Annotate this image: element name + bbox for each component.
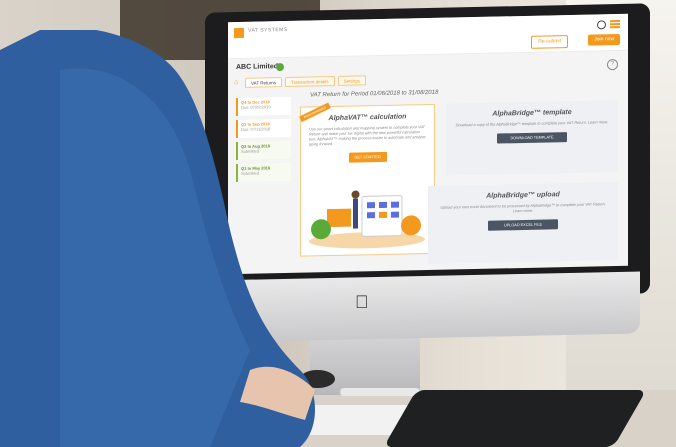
card-description: Download a copy of the AlphaBridge™ temp… <box>455 120 609 128</box>
card-title: AlphaBridge™ template <box>492 108 572 118</box>
join-now-button[interactable]: Join now <box>588 33 620 46</box>
calculation-illustration <box>309 190 425 249</box>
alphavat-calculation-card: Recommended AlphaVAT™ calculation Use ou… <box>299 102 435 257</box>
period-heading: VAT Return for Period 01/06/2018 to 31/0… <box>310 89 439 99</box>
user-icon[interactable] <box>597 20 606 30</box>
alphabridge-template-card: AlphaBridge™ template Download a copy of… <box>446 100 618 176</box>
person-in-blue-shirt <box>0 30 315 447</box>
card-description: Upload your own excel document to be pro… <box>440 202 606 214</box>
card-title: AlphaVAT™ calculation <box>328 113 407 123</box>
card-description: Use our smart calculation and mapping sy… <box>309 125 426 147</box>
download-template-button[interactable]: DOWNLOAD TEMPLATE <box>497 132 567 144</box>
hamburger-menu-icon[interactable] <box>610 19 620 29</box>
upload-excel-file-button[interactable]: UPLOAD EXCEL FILE <box>488 219 558 231</box>
help-icon[interactable]: ? <box>607 59 618 71</box>
resubmit-button[interactable]: Re-submit <box>531 35 568 49</box>
card-title: AlphaBridge™ upload <box>486 191 560 200</box>
photo-scene:  VAT SYSTEMS Re-submit Join now ABC Lim… <box>0 0 676 447</box>
tab-settings[interactable]: Settings <box>337 75 366 86</box>
get-started-button[interactable]: GET STARTED <box>348 151 387 163</box>
alphabridge-upload-card: AlphaBridge™ upload Upload your own exce… <box>428 182 618 264</box>
tablet-device <box>383 390 647 447</box>
apple-logo-icon:  <box>355 292 373 312</box>
stylus-pen <box>340 388 420 396</box>
